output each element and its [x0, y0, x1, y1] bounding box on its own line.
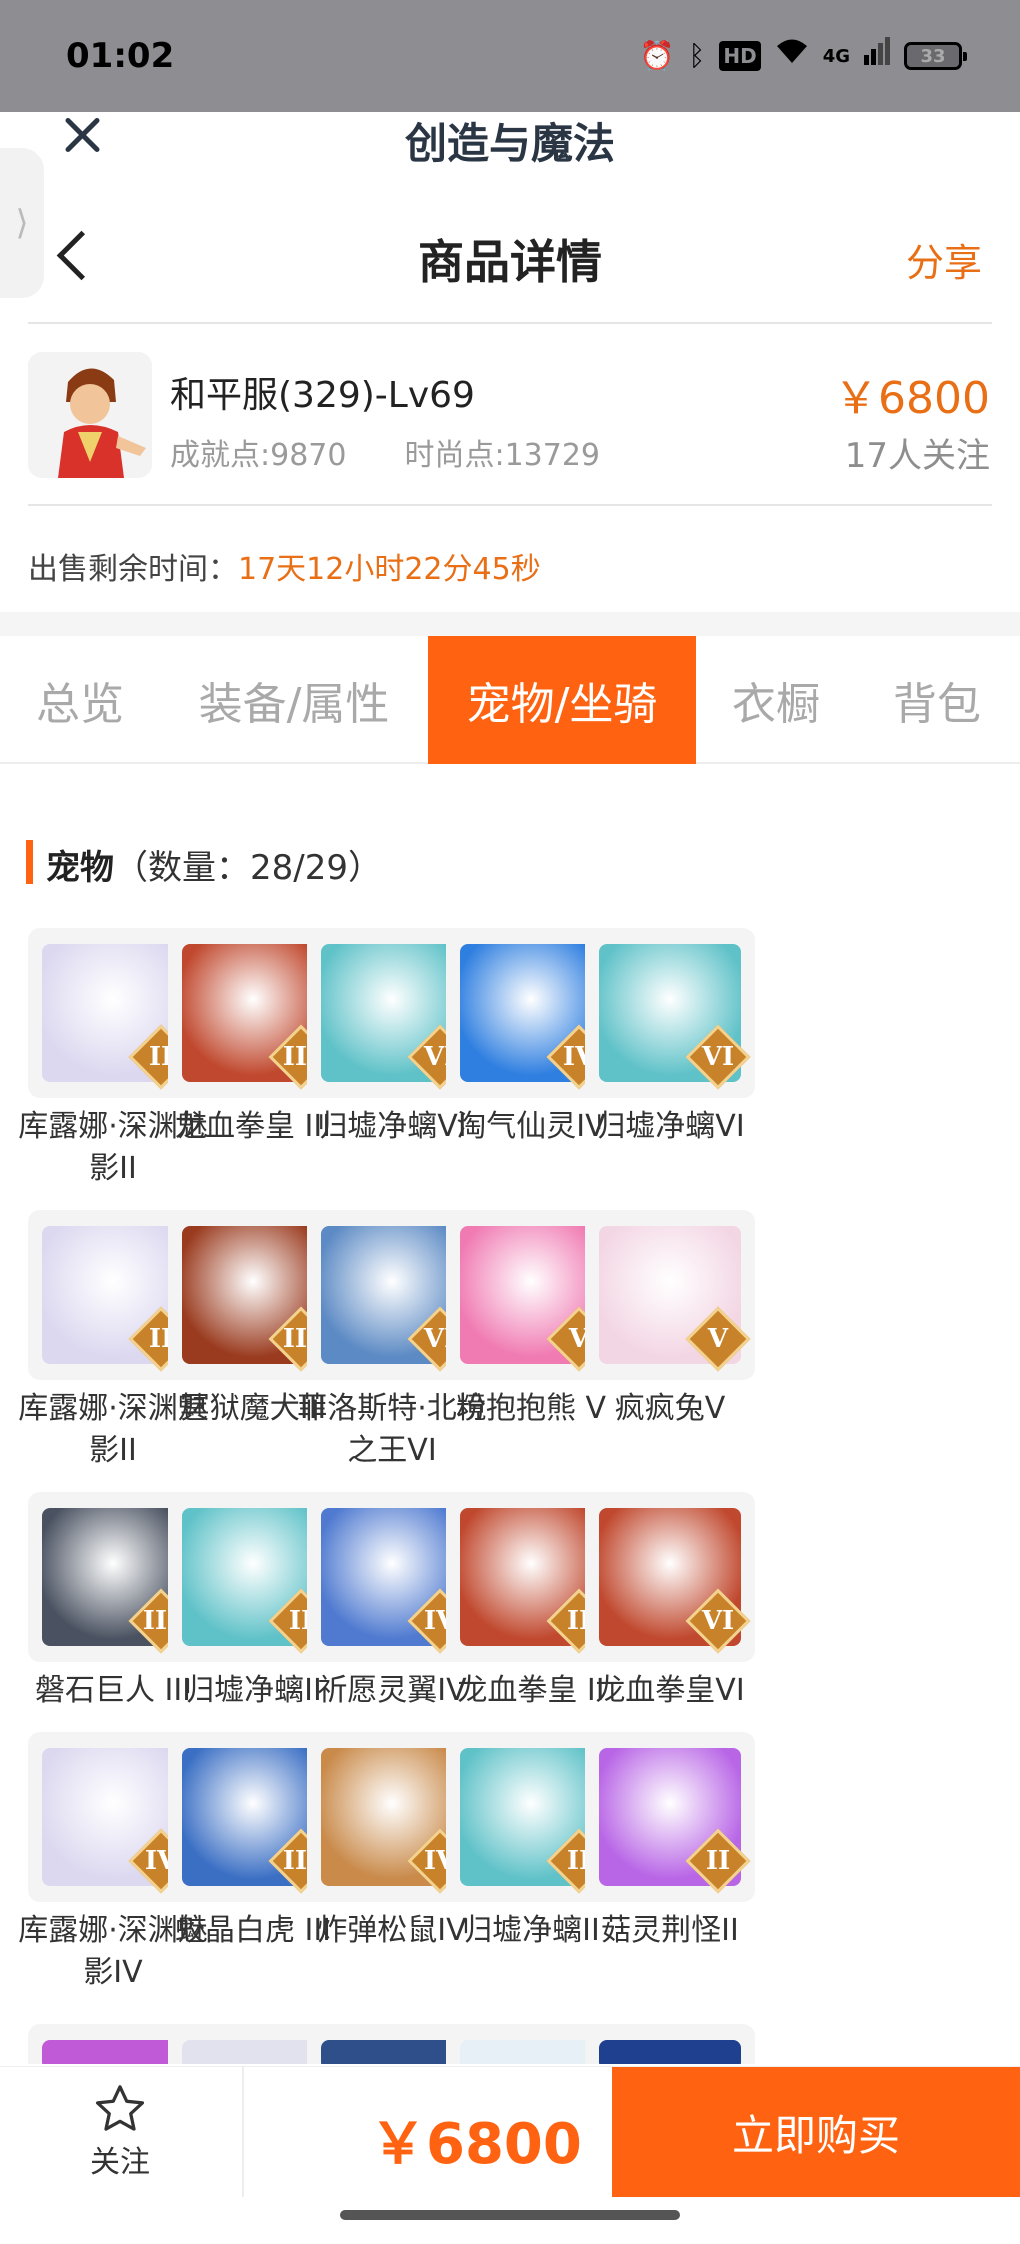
product-name: 和平服(329)-Lv69 [170, 375, 475, 416]
tab-overview[interactable]: 总览 [0, 636, 160, 764]
pet-image [460, 2040, 602, 2064]
pet-card: II [585, 1732, 755, 1902]
tab-pets-mounts[interactable]: 宠物/坐骑 [428, 636, 696, 764]
bluetooth-icon: ᛒ [688, 39, 706, 72]
section-label: 宠物 [46, 848, 114, 888]
pet-image [182, 2040, 324, 2064]
share-button[interactable]: 分享 [906, 232, 982, 287]
follow-label: 关注 [90, 2145, 150, 2180]
detail-tabs: 总览 装备/属性 宠物/坐骑 衣橱 背包 [0, 636, 1020, 764]
star-icon [95, 2085, 145, 2131]
alarm-icon: ⏰ [639, 39, 675, 72]
watcher-count: 17人关注 [844, 436, 990, 476]
pet-card-partial[interactable] [585, 2024, 755, 2064]
remain-label: 出售剩余时间： [28, 552, 238, 587]
tier-numeral: II [705, 1846, 731, 1876]
tier-numeral: VI [701, 1606, 735, 1636]
pet-image [321, 2040, 463, 2064]
status-time: 01:02 [66, 36, 175, 76]
bottom-bar: 关注 ￥6800 立即购买 [0, 2066, 1020, 2197]
divider [28, 322, 992, 324]
buy-now-button[interactable]: 立即购买 [612, 2067, 1020, 2197]
section-accent [26, 840, 33, 884]
follow-button[interactable]: 关注 [60, 2081, 180, 2191]
status-icons: ⏰ ᛒ HD 4G 33 [639, 36, 967, 76]
character-avatar [28, 352, 152, 478]
pet-name: 归墟净螭VI [595, 1109, 745, 1144]
pet-name: 龙血拳皇VI [595, 1673, 745, 1708]
wifi-icon [775, 36, 809, 76]
sale-remaining: 出售剩余时间：17天12小时22分45秒 [28, 544, 541, 588]
section-title: 宠物（数量：28/29） [46, 840, 382, 889]
section-separator [0, 612, 1020, 636]
pet-name: 疯疯兔V [614, 1391, 726, 1426]
pet-card: VI [585, 1492, 755, 1662]
achievement-points: 成就点:9870 [170, 438, 347, 473]
tab-equipment[interactable]: 装备/属性 [174, 636, 414, 764]
fashion-points: 时尚点:13729 [404, 438, 601, 473]
pet-card: VI [585, 928, 755, 1098]
network-type: 4G [822, 45, 850, 67]
bottom-price: ￥6800 [370, 2112, 582, 2177]
hd-icon: HD [719, 41, 761, 71]
product-price: ￥6800 [834, 373, 990, 424]
tier-numeral: V [707, 1324, 729, 1354]
status-bar: 01:02 ⏰ ᛒ HD 4G 33 [0, 0, 1020, 112]
pet-count: （数量：28/29） [114, 848, 382, 888]
divider [28, 504, 992, 506]
tier-numeral: VI [701, 1042, 735, 1072]
app-title: 创造与魔法 [404, 119, 615, 168]
tab-wardrobe[interactable]: 衣橱 [706, 636, 846, 764]
signal-icon [864, 36, 890, 76]
battery-icon: 33 [904, 42, 967, 70]
pet-card: V [585, 1210, 755, 1380]
home-indicator [340, 2210, 680, 2220]
divider [242, 2067, 244, 2197]
pet-image [599, 2040, 741, 2064]
battery-level: 33 [920, 45, 946, 67]
pet-image [42, 2040, 184, 2064]
tab-backpack[interactable]: 背包 [862, 636, 1012, 764]
product-stats: 成就点:9870 时尚点:13729 [170, 430, 600, 474]
pet-name: 菇灵荆怪II [601, 1913, 739, 1948]
page-title: 商品详情 [418, 235, 602, 289]
remain-time: 17天12小时22分45秒 [238, 552, 541, 587]
